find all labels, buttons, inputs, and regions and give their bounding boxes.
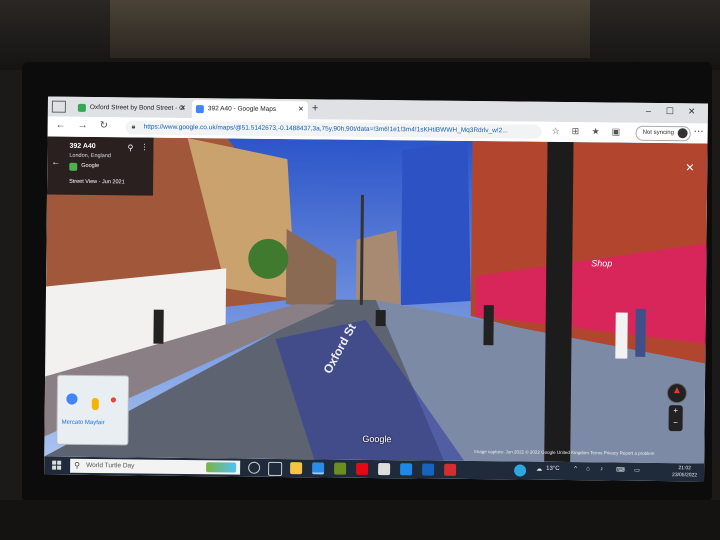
shop-sign: Shop bbox=[591, 258, 612, 268]
lock-icon: 🔒︎ bbox=[131, 123, 136, 131]
task-view-icon[interactable] bbox=[268, 461, 283, 477]
edge-icon[interactable] bbox=[312, 462, 325, 475]
sync-label: Not syncing bbox=[642, 129, 675, 137]
google-watermark: Google bbox=[362, 433, 392, 445]
clock[interactable]: 21:02 23/05/2022 bbox=[672, 465, 697, 479]
minimap-place-label[interactable]: Mercato Mayfair bbox=[62, 420, 105, 426]
address-title: 392 A40 bbox=[69, 142, 96, 151]
close-tab-icon[interactable]: ✕ bbox=[180, 100, 186, 118]
temperature-label[interactable]: 13°C bbox=[546, 466, 559, 472]
battery-icon[interactable]: ▭ bbox=[634, 467, 640, 474]
pedestrian bbox=[153, 309, 164, 344]
close-street-view-icon[interactable]: ✕ bbox=[685, 161, 694, 174]
extension-icon[interactable]: ⊞ bbox=[572, 126, 580, 137]
pin-icon[interactable]: ⚲ bbox=[127, 143, 133, 152]
favorites-icon[interactable]: ★ bbox=[592, 126, 600, 137]
tray-chevron-icon[interactable]: ^ bbox=[574, 466, 577, 472]
taskbar-search[interactable]: ⚲ World Turtle Day bbox=[70, 458, 241, 475]
minimap[interactable]: ⬤ ● Mercato Mayfair bbox=[56, 374, 130, 446]
more-icon[interactable]: ⋮ bbox=[140, 143, 148, 152]
street-view-panorama[interactable]: Oxford St Shop ← 392 A40 London, England… bbox=[44, 136, 708, 464]
acrobat-icon[interactable] bbox=[444, 463, 457, 476]
pegman-icon[interactable] bbox=[91, 398, 99, 411]
close-window-icon[interactable]: ✕ bbox=[688, 106, 696, 117]
collections-icon[interactable]: ▣ bbox=[612, 126, 621, 137]
monitor-screen: Oxford Street by Bond Street - G ✕ 392 A… bbox=[44, 96, 708, 482]
tab-label: 392 A40 - Google Maps bbox=[207, 105, 277, 113]
source-label: Google bbox=[81, 162, 100, 170]
location-card: ← 392 A40 London, England Google Street … bbox=[46, 136, 154, 196]
refresh-icon[interactable]: ↻ bbox=[100, 120, 109, 131]
pedestrian bbox=[615, 312, 628, 359]
desk-surface bbox=[0, 500, 720, 540]
start-icon[interactable] bbox=[52, 460, 62, 471]
url-text: https://www.google.co.uk/maps/@51.514267… bbox=[143, 123, 508, 135]
bin bbox=[375, 309, 386, 327]
netflix-icon[interactable] bbox=[356, 462, 369, 475]
amazon-icon[interactable] bbox=[378, 463, 391, 476]
volume-icon[interactable]: ♪ bbox=[600, 466, 603, 472]
maximize-icon[interactable]: ☐ bbox=[666, 106, 674, 117]
star-icon[interactable]: ☆ bbox=[552, 126, 560, 137]
blue-pin-icon: ⬤ bbox=[65, 392, 79, 405]
street-view-date[interactable]: Street View - Jun 2021 bbox=[69, 179, 125, 186]
room-background bbox=[0, 0, 720, 70]
keyboard-icon[interactable]: ⌨ bbox=[616, 467, 625, 474]
glass-building bbox=[400, 140, 471, 306]
maps-favicon-icon bbox=[195, 105, 204, 114]
cloud-icon: ☁ bbox=[536, 466, 543, 473]
pedestrian bbox=[483, 305, 494, 346]
file-explorer-icon[interactable] bbox=[290, 462, 303, 475]
maps-favicon-icon bbox=[77, 103, 86, 112]
forward-icon[interactable]: → bbox=[78, 120, 88, 131]
mail-icon[interactable] bbox=[400, 463, 413, 476]
back-arrow-icon[interactable]: ← bbox=[51, 157, 60, 167]
minimize-icon[interactable]: – bbox=[646, 106, 651, 116]
menu-icon[interactable]: ⋯ bbox=[694, 126, 704, 137]
tab-actions-icon[interactable] bbox=[51, 100, 66, 113]
search-highlight-icon bbox=[206, 462, 237, 473]
lamp-post bbox=[544, 141, 574, 463]
locality-label: London, England bbox=[69, 152, 112, 160]
ceiling-light bbox=[110, 0, 590, 58]
compass-icon[interactable] bbox=[666, 383, 688, 404]
back-icon[interactable]: ← bbox=[56, 120, 66, 131]
tab-label: Oxford Street by Bond Street - G bbox=[89, 103, 185, 112]
store-icon[interactable] bbox=[334, 462, 347, 475]
tab-google-maps[interactable]: 392 A40 - Google Maps ✕ bbox=[191, 100, 308, 120]
search-placeholder: World Turtle Day bbox=[86, 461, 135, 470]
search-icon: ⚲ bbox=[74, 460, 81, 470]
tab-oxford-street[interactable]: Oxford Street by Bond Street - G ✕ bbox=[74, 99, 190, 118]
close-tab-icon[interactable]: ✕ bbox=[298, 101, 304, 119]
red-pin-icon: ● bbox=[109, 392, 118, 407]
new-tab-button[interactable]: + bbox=[312, 102, 319, 114]
avatar bbox=[677, 128, 689, 139]
pedestrian bbox=[635, 308, 646, 357]
zoom-control[interactable]: + − bbox=[668, 405, 683, 432]
word-icon[interactable] bbox=[422, 463, 435, 476]
weather-app-icon[interactable] bbox=[514, 464, 527, 477]
address-bar[interactable]: 🔒︎ https://www.google.co.uk/maps/@51.514… bbox=[125, 120, 542, 139]
google-logo-icon bbox=[69, 162, 78, 171]
sync-button[interactable]: Not syncing bbox=[635, 125, 692, 142]
clock-date: 23/05/2022 bbox=[672, 472, 698, 479]
cortana-icon[interactable] bbox=[248, 461, 261, 474]
network-icon[interactable]: ⌂ bbox=[586, 466, 590, 472]
